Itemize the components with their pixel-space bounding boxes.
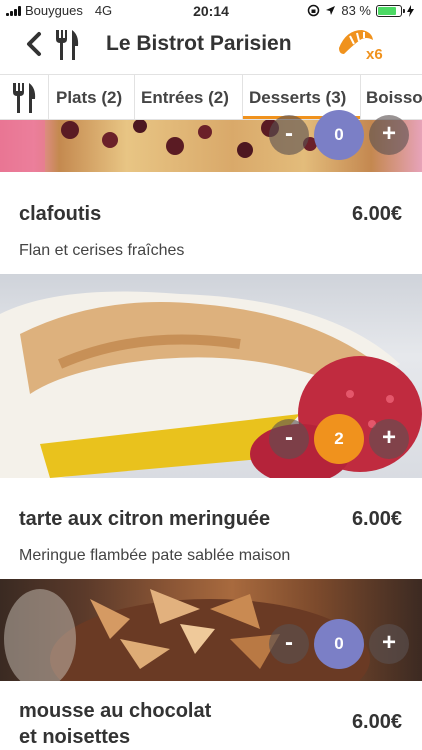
battery-percent: 83 %	[341, 3, 371, 18]
status-bar: Bouygues 4G 20:14 83 %	[0, 0, 422, 22]
location-arrow-icon	[326, 6, 336, 15]
tarte-citron-price: 6.00€	[351, 508, 402, 530]
mousse-chocolat-name-line2: et noisettes	[19, 726, 131, 748]
fork-knife-icon	[56, 30, 79, 60]
tab-boissons[interactable]: Boisso	[361, 75, 422, 119]
mousse-chocolat-price: 6.00€	[351, 711, 402, 733]
status-right: 83 %	[307, 3, 414, 18]
fork-knife-icon	[13, 83, 36, 113]
mousse-chocolat-name: mousse au chocolat et noisettes	[19, 698, 211, 750]
category-tabs: Plats (2) Entrées (2) Desserts (3) Boiss…	[0, 74, 422, 120]
charging-bolt-icon	[407, 4, 414, 17]
battery-fill	[378, 6, 397, 15]
cart-button[interactable]: x6	[336, 26, 390, 68]
mousse-chocolat-decrement-button[interactable]: -	[269, 624, 309, 664]
tarte-citron-increment-button[interactable]: +	[369, 419, 409, 459]
tarte-citron-quantity: 2	[314, 414, 364, 464]
tab-menu-icon[interactable]	[0, 75, 49, 119]
clafoutis-quantity: 0	[314, 110, 364, 160]
tarte-citron-description: Meringue flambée pate sablée maison	[19, 547, 291, 564]
clafoutis-name: clafoutis	[19, 203, 102, 225]
tab-entrees[interactable]: Entrées (2)	[135, 75, 243, 119]
clafoutis-increment-button[interactable]: +	[369, 115, 409, 155]
tarte-citron-decrement-button[interactable]: -	[269, 419, 309, 459]
restaurant-title: Le Bistrot Parisien	[106, 32, 292, 55]
orientation-lock-icon	[308, 4, 320, 17]
tab-plats[interactable]: Plats (2)	[49, 75, 135, 119]
battery-icon	[376, 4, 405, 17]
mousse-chocolat-increment-button[interactable]: +	[369, 624, 409, 664]
tarte-citron-name: tarte aux citron meringuée	[19, 508, 271, 530]
back-chevron-icon[interactable]	[22, 30, 46, 58]
clafoutis-price: 6.00€	[351, 203, 402, 225]
clafoutis-description: Flan et cerises fraîches	[19, 242, 185, 259]
mousse-chocolat-name-line1: mousse au chocolat	[19, 700, 212, 722]
clafoutis-decrement-button[interactable]: -	[269, 115, 309, 155]
mousse-chocolat-quantity: 0	[314, 619, 364, 669]
app-header: Le Bistrot Parisien x6	[0, 22, 422, 70]
cart-count-badge: x6	[366, 46, 383, 63]
